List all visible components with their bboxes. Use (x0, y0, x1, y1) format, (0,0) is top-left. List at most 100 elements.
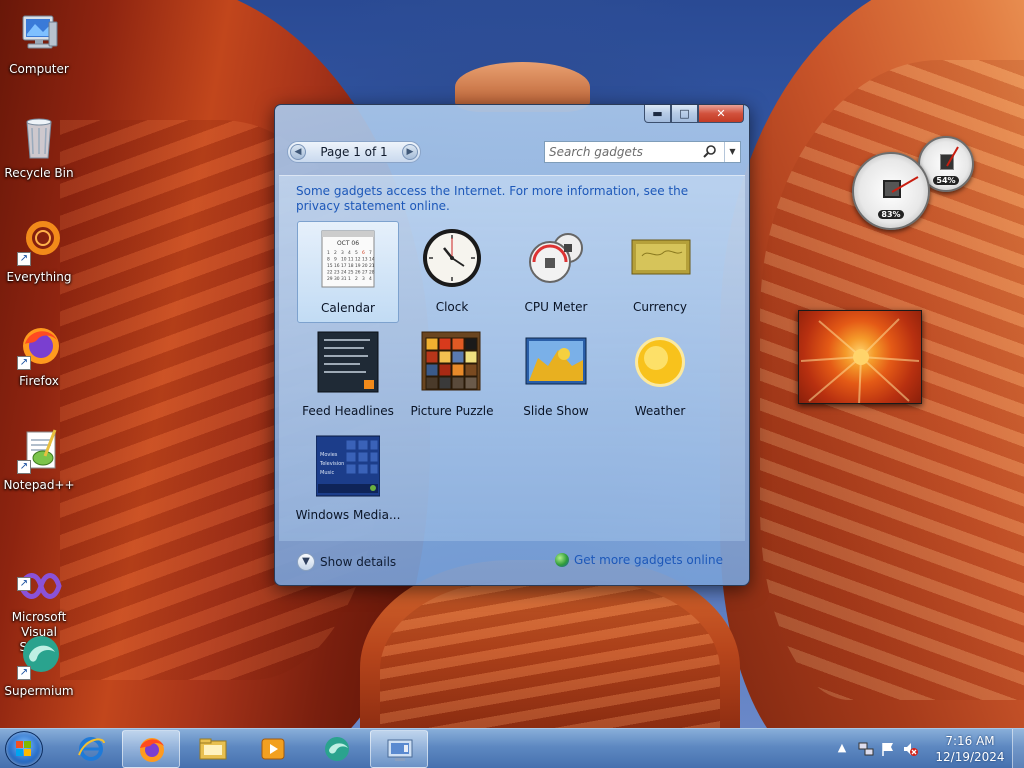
calendar-day: 2 (334, 250, 337, 256)
desktop-icon-recycle-bin[interactable]: Recycle Bin (0, 108, 78, 181)
network-icon[interactable] (858, 741, 874, 757)
taskbar-internet-explorer[interactable] (62, 730, 120, 768)
calendar-day: 6 (362, 250, 365, 256)
gadget-tile-weather[interactable]: Weather (609, 325, 711, 427)
taskbar-supermium[interactable] (308, 730, 366, 768)
picture-puzzle-icon (420, 330, 484, 394)
volume-muted-icon[interactable] (902, 741, 918, 757)
taskbar-clock[interactable]: 7:16 AM 12/19/2024 (934, 733, 1006, 765)
calendar-day: 30 (334, 276, 340, 282)
media-player-icon (261, 738, 285, 760)
calendar-month-label: OCT 06 (337, 240, 359, 247)
search-box: ▼ (544, 141, 741, 163)
maximize-button[interactable]: □ (671, 105, 698, 123)
taskbar-firefox[interactable] (122, 730, 180, 768)
show-desktop-button[interactable] (1012, 729, 1024, 768)
desktop-icon-label: Computer (9, 62, 69, 76)
calendar-day: 2 (355, 276, 358, 282)
globe-icon (554, 553, 569, 567)
supermium-icon (325, 737, 349, 761)
internet-explorer-icon (78, 737, 105, 761)
calendar-day: 28 (369, 270, 375, 276)
calendar-day: 23 (334, 270, 340, 276)
gadget-name: Feed Headlines (302, 404, 394, 418)
desktop-icon-label: Firefox (19, 374, 59, 388)
taskbar-gadgets[interactable] (370, 730, 428, 768)
search-icon[interactable] (702, 144, 718, 160)
slide-show-photo (800, 318, 920, 403)
next-page-button[interactable]: ▶ (402, 144, 418, 160)
minimize-button[interactable]: ▬ (644, 105, 671, 123)
get-more-gadgets-link[interactable]: Get more gadgets online (554, 553, 723, 567)
calendar-day: 22 (327, 270, 333, 276)
gadget-tile-windows-media[interactable]: Movies Television Music Windows Media... (296, 429, 400, 531)
taskbar: ▲ 7:16 AM 12/19/2024 (0, 728, 1024, 768)
calendar-day: 8 (327, 257, 330, 263)
gallery-content: Some gadgets access the Internet. For mo… (279, 175, 745, 541)
weather-icon (628, 330, 692, 394)
calendar-day: 31 (341, 276, 347, 282)
calendar-day: 13 (362, 257, 368, 263)
cpu-gauge: 83% (852, 152, 930, 230)
clock-icon (420, 226, 484, 290)
gadget-tile-cpu-meter[interactable]: CPU Meter (505, 221, 607, 323)
calendar-day: 29 (327, 276, 333, 282)
shortcut-arrow-icon: ↗ (17, 577, 31, 591)
start-button[interactable] (5, 731, 43, 767)
gadget-name: Currency (632, 300, 688, 314)
firefox-icon (140, 738, 164, 762)
desktop-icon-firefox[interactable]: ↗ Firefox (0, 316, 78, 389)
supermium-icon: ↗ (15, 632, 63, 680)
calendar-day: 3 (341, 250, 344, 256)
desktop-icon-notepad-plus-plus[interactable]: ↗ Notepad++ (0, 420, 78, 493)
calendar-day: 9 (334, 257, 337, 263)
page-indicator: Page 1 of 1 (320, 145, 388, 159)
slide-show-gadget[interactable] (798, 310, 922, 404)
get-more-gadgets-label: Get more gadgets online (573, 553, 723, 567)
taskbar-media-player[interactable] (244, 730, 302, 768)
taskbar-file-explorer[interactable] (184, 730, 242, 768)
gadget-tile-slide-show[interactable]: Slide Show (505, 325, 607, 427)
calendar-day: 21 (369, 263, 375, 269)
close-button[interactable]: ✕ (698, 105, 744, 123)
calendar-day: 12 (355, 257, 361, 263)
gadget-tile-clock[interactable]: Clock (401, 221, 503, 323)
calendar-day: 10 (341, 257, 347, 263)
gadget-name: Calendar (321, 301, 375, 315)
calendar-day: 15 (327, 263, 333, 269)
slide-show-icon (524, 330, 588, 394)
internet-notice-link[interactable]: Some gadgets access the Internet. For mo… (296, 184, 716, 214)
desktop-icon-computer[interactable]: Computer (0, 4, 78, 77)
desktop-icon-label: Notepad++ (3, 478, 75, 492)
calendar-day: 26 (355, 270, 361, 276)
show-details-button[interactable]: ▼ Show details (297, 553, 396, 571)
search-input[interactable] (549, 145, 699, 159)
show-hidden-icons-arrow[interactable]: ▲ (834, 741, 850, 757)
calendar-day: 4 (369, 276, 372, 282)
calendar-day: 19 (355, 263, 361, 269)
desktop-icon-label: Recycle Bin (4, 166, 74, 180)
calendar-day: 7 (369, 250, 372, 256)
show-details-label: Show details (320, 555, 397, 569)
calendar-day: 5 (355, 250, 358, 256)
notification-area: ▲ 7:16 AM 12/19/2024 (834, 729, 1024, 768)
gadget-tile-calendar[interactable]: OCT 06 1 2 3 4 5 6 7 8 9 10 11 12 13 14 15 16 17 18 19 20 21… (297, 221, 399, 323)
windows-media-icon: Movies Television Music (315, 434, 381, 498)
desktop-icon-supermium[interactable]: ↗ Supermium (0, 626, 78, 699)
currency-icon (628, 226, 692, 290)
gadgets-icon (387, 739, 413, 761)
search-dropdown-button[interactable]: ▼ (724, 142, 740, 162)
gadget-tile-currency[interactable]: Currency (609, 221, 711, 323)
previous-page-button[interactable]: ◀ (290, 144, 306, 160)
gadget-gallery-window: ▬ □ ✕ ◀ Page 1 of 1 ▶ ▼ Some gadgets acc… (274, 104, 750, 586)
caption-buttons: ▬ □ ✕ (644, 105, 744, 123)
cpu-meter-icon (524, 226, 588, 290)
gadget-tile-picture-puzzle[interactable]: Picture Puzzle (401, 325, 503, 427)
calendar-day: 1 (327, 250, 330, 256)
gadget-tile-feed-headlines[interactable]: Feed Headlines (297, 325, 399, 427)
desktop-icon-everything[interactable]: ↗ Everything (0, 212, 78, 285)
cpu-meter-gadget[interactable]: 54% 83% (852, 136, 977, 231)
media-menu-item: Music (320, 470, 334, 476)
action-center-flag-icon[interactable] (880, 741, 896, 757)
gadget-name: Picture Puzzle (410, 404, 494, 418)
